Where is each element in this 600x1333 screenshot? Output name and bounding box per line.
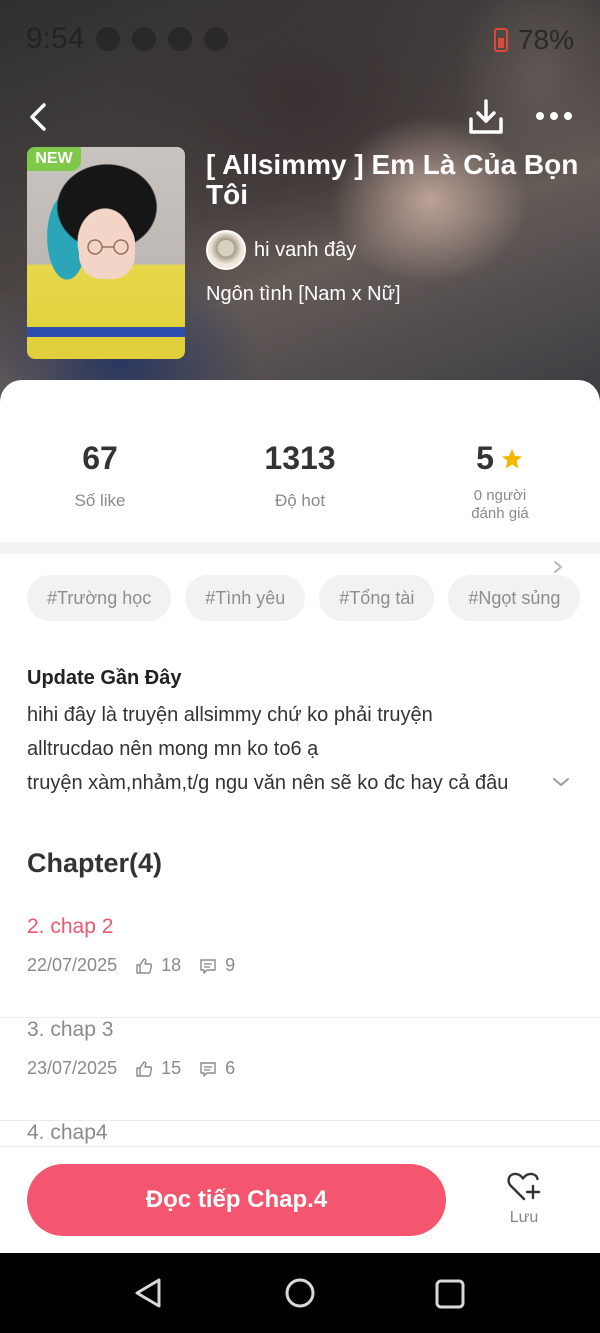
tag-chip[interactable]: #Trường học [27,575,172,621]
rating-count: 0 người [473,487,527,504]
rating-caption: đánh giá [471,505,529,522]
tag-chip[interactable]: #Ngọt sủng [448,575,581,621]
status-time: 9:54 [26,22,85,55]
status-right: 78% [493,24,574,56]
chapter-date: 22/07/2025 [27,955,118,975]
messenger-icon [168,27,192,51]
battery-level: 78% [517,24,574,55]
genre: Ngôn tình [Nam x Nữ] [206,283,401,305]
chapters-heading: Chapter(4) [27,848,163,878]
update-heading: Update Gần Đây [27,667,182,689]
likes-label: Số like [74,491,126,510]
hot-label: Độ hot [274,491,326,510]
chapter-row[interactable]: 3. chap 3 23/07/2025 15 6 [0,1018,600,1121]
nav-back-icon[interactable] [132,1276,166,1310]
rating-value: 5 [476,440,494,476]
stat-rating[interactable]: 5 0 người đánh giá [400,440,600,523]
likes-count: 67 [82,440,118,476]
chapter-title[interactable]: 4. chap4 [27,1121,108,1145]
author-name[interactable]: hi vanh đây [254,239,356,262]
update-line: truyện xàm,nhảm,t/g ngu văn nên sẽ ko đc… [27,772,509,794]
rating-label: 0 người đánh giá [400,487,600,523]
tag-list: #Trường học #Tình yêu #Tổng tài #Ngọt sủng [27,575,600,621]
battery-icon [493,28,508,52]
thumbs-up-icon [136,957,153,974]
notification-icons [96,27,228,51]
chapter-comments: 6 [225,1058,236,1078]
chapter-date: 23/07/2025 [27,1058,118,1078]
cover-shirt [27,327,185,337]
avatar[interactable] [206,230,246,270]
star-icon [501,448,522,468]
bottom-action-bar: Đọc tiếp Chap.4 Lưu [0,1146,600,1253]
chapter-title[interactable]: 2. chap 2 [27,915,113,939]
notification-icon [96,27,120,51]
chapter-likes: 18 [161,955,182,975]
section-divider [0,542,600,554]
stats-row: 67 Số like 1313 Độ hot 5 0 người đánh gi… [0,440,600,573]
comment-icon [200,1061,216,1077]
heart-plus-icon[interactable] [506,1169,542,1203]
nav-recents-icon[interactable] [434,1278,466,1310]
thumbs-up-icon [136,1060,153,1077]
tag-chip[interactable]: #Tổng tài [319,575,435,621]
notification-icon [132,27,156,51]
nav-home-icon[interactable] [284,1277,316,1309]
update-line: alltrucdao nên mong mn ko to6 ạ [27,738,319,760]
stat-likes: 67 Số like [0,440,200,511]
tag-chip[interactable]: #Tình yêu [185,575,306,621]
update-line: hihi đây là truyện allsimmy chứ ko phải … [27,704,433,726]
cover-glasses [87,239,129,255]
chevron-right-icon[interactable] [552,560,564,574]
update-description[interactable]: hihi đây là truyện allsimmy chứ ko phải … [27,698,547,800]
download-icon[interactable] [466,97,506,137]
save-label: Lưu [509,1209,539,1226]
story-title: [ Allsimmy ] Em Là Của Bọn Tôi [206,149,579,210]
story-cover-image [27,147,185,359]
new-badge: NEW [27,147,81,171]
back-icon[interactable] [22,99,58,135]
continue-reading-button[interactable]: Đọc tiếp Chap.4 [27,1164,446,1236]
save-button[interactable]: Lưu [490,1169,558,1227]
chapter-likes: 15 [161,1058,182,1078]
system-nav-bar [0,1253,600,1333]
comment-icon [200,958,216,974]
more-dots-icon[interactable] [532,101,576,131]
chapter-title[interactable]: 3. chap 3 [27,1018,113,1042]
rating-value-wrap: 5 [400,440,600,477]
chapter-row[interactable]: 2. chap 2 22/07/2025 18 9 [0,915,600,1018]
hot-count: 1313 [264,440,336,476]
chapter-meta: 23/07/2025 15 6 [27,1058,235,1079]
status-bar: 9:54 78% [0,0,600,80]
chapter-meta: 22/07/2025 18 9 [27,955,235,976]
author[interactable]: hi vanh đây [206,230,356,270]
stat-hot: 1313 Độ hot [200,440,400,511]
messenger-icon [204,27,228,51]
top-bar [0,95,600,139]
story-details-sheet: 67 Số like 1313 Độ hot 5 0 người đánh gi… [0,380,600,1253]
chapter-comments: 9 [225,955,236,975]
chevron-down-icon[interactable] [552,776,570,788]
